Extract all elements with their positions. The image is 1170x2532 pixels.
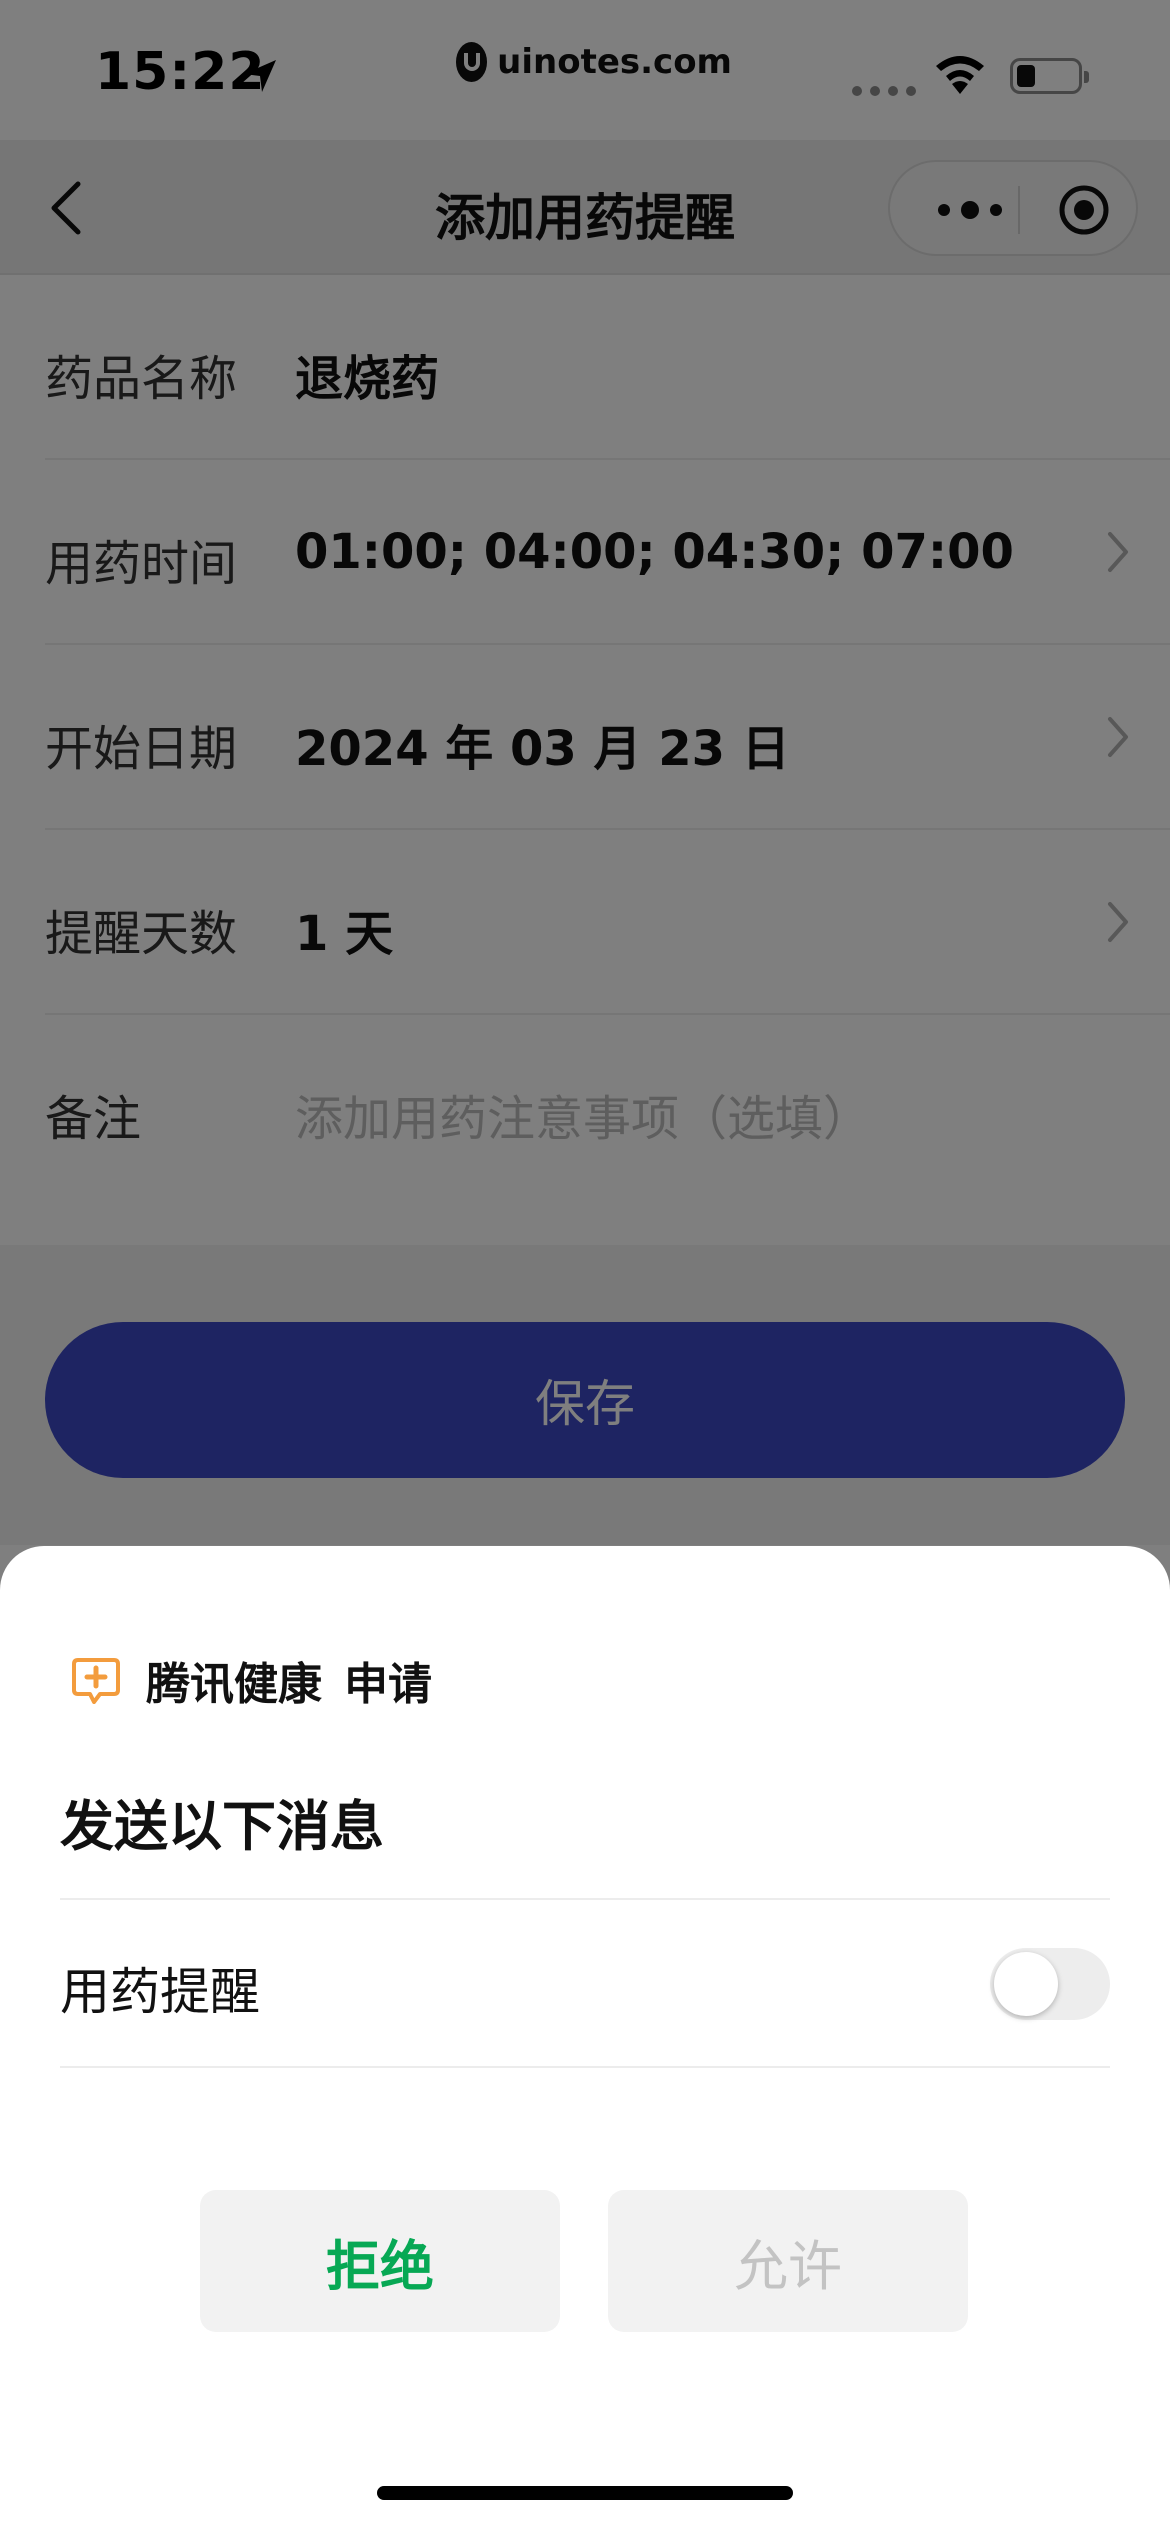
screen: 15:22 uinotes.com 添加用药提醒	[0, 0, 1170, 2532]
home-indicator[interactable]	[377, 2486, 793, 2500]
request-label: 申请	[344, 1659, 432, 1710]
subscribe-message-sheet: 腾讯健康 申请 发送以下消息 用药提醒 拒绝 允许	[0, 1546, 1170, 2532]
app-request-header: 腾讯健康 申请	[72, 1650, 432, 1710]
allow-button[interactable]: 允许	[608, 2190, 968, 2332]
health-app-icon	[72, 1658, 120, 1704]
toggle-knob	[994, 1952, 1058, 2016]
message-option-label: 用药提醒	[60, 1963, 260, 2021]
message-option-row: 用药提醒	[60, 1900, 1110, 2066]
divider	[60, 2066, 1110, 2068]
app-name: 腾讯健康	[146, 1659, 322, 1710]
sheet-title: 发送以下消息	[60, 1795, 384, 1858]
message-toggle[interactable]	[990, 1948, 1110, 2020]
reject-button[interactable]: 拒绝	[200, 2190, 560, 2332]
